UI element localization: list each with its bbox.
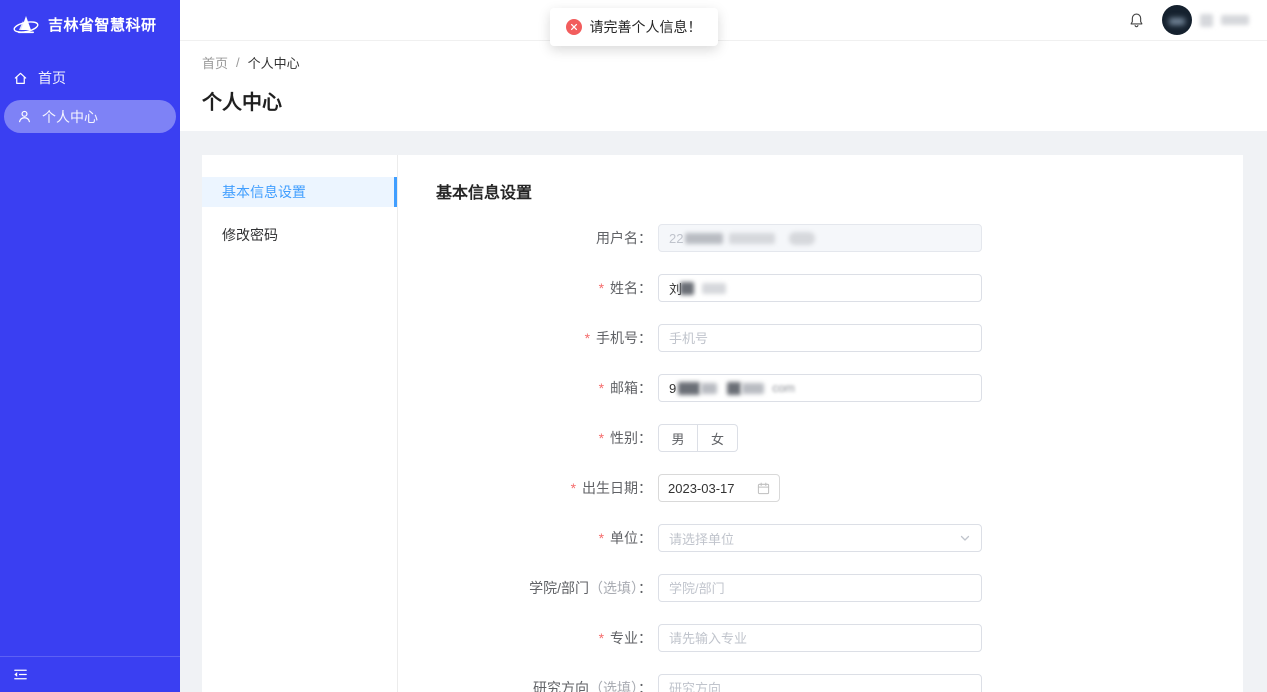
basic-info-form: 基本信息设置 用户名： 22 <box>399 155 1243 692</box>
gender-label: * 性别： <box>436 428 658 448</box>
major-input[interactable] <box>658 624 982 652</box>
user-icon <box>16 109 32 125</box>
home-icon <box>12 70 28 86</box>
breadcrumb-current: 个人中心 <box>248 53 300 72</box>
redacted-text <box>789 232 815 245</box>
birthdate-picker[interactable]: 2023-03-17 <box>658 474 780 502</box>
phone-input[interactable] <box>658 324 982 352</box>
sidebar-footer <box>0 656 180 692</box>
unit-select[interactable]: 请选择单位 <box>658 524 982 552</box>
top-bar <box>180 0 1267 41</box>
birthdate-value: 2023-03-17 <box>668 481 735 496</box>
department-input[interactable] <box>658 574 982 602</box>
tab-change-password[interactable]: 修改密码 <box>202 220 397 250</box>
required-asterisk: * <box>599 280 604 296</box>
sidebar-item-home[interactable]: 首页 <box>0 58 180 98</box>
birthdate-label: * 出生日期： <box>436 478 658 498</box>
required-asterisk: * <box>585 330 590 346</box>
form-row-gender: * 性别： 男 女 <box>436 424 1243 452</box>
email-field[interactable]: 9 com <box>658 374 982 402</box>
collapse-sidebar-icon[interactable] <box>12 666 29 683</box>
department-label: 学院/部门（选填）： <box>436 578 658 598</box>
username-redacted-block <box>1221 15 1249 25</box>
breadcrumb: 首页 / 个人中心 <box>202 53 1267 72</box>
sidebar: 吉林省智慧科研 首页 个人中心 <box>0 0 180 692</box>
username-field: 22 <box>658 224 982 252</box>
avatar-redacted-text <box>1169 18 1185 25</box>
settings-card: 基本信息设置 修改密码 基本信息设置 用户名： 22 <box>202 155 1243 692</box>
research-label: 研究方向（选填）： <box>436 678 658 692</box>
gender-radio-group: 男 女 <box>658 424 738 452</box>
app-title: 吉林省智慧科研 <box>48 14 157 35</box>
form-row-name: * 姓名： 刘 <box>436 274 1243 302</box>
calendar-icon <box>757 482 770 495</box>
phone-label: * 手机号： <box>436 328 658 348</box>
required-asterisk: * <box>599 380 604 396</box>
form-row-research: 研究方向（选填）： <box>436 674 1243 692</box>
app-window: 吉林省智慧科研 首页 个人中心 <box>0 0 1267 692</box>
form-row-major: * 专业： <box>436 624 1243 652</box>
tab-basic-info[interactable]: 基本信息设置 <box>202 177 397 207</box>
app-logo-icon <box>12 10 40 38</box>
sidebar-item-label: 首页 <box>38 68 66 88</box>
page-header: 首页 / 个人中心 个人中心 <box>180 41 1267 131</box>
redacted-text <box>680 282 694 295</box>
gender-option-female[interactable]: 女 <box>698 424 738 452</box>
main-area: 首页 / 个人中心 个人中心 基本信息设置 修改密码 基本信息设置 用户名： <box>180 0 1267 692</box>
redacted-text <box>702 283 726 294</box>
toast-text: 请完善个人信息！ <box>590 17 702 37</box>
sidebar-item-label: 个人中心 <box>42 107 98 127</box>
gender-option-male[interactable]: 男 <box>658 424 698 452</box>
notification-bell-icon[interactable] <box>1128 11 1146 29</box>
form-row-phone: * 手机号： <box>436 324 1243 352</box>
required-asterisk: * <box>571 480 576 496</box>
research-input[interactable] <box>658 674 982 692</box>
redacted-text <box>727 382 741 395</box>
avatar[interactable] <box>1162 5 1192 35</box>
username-redacted-block <box>1200 14 1213 27</box>
sidebar-menu: 首页 个人中心 <box>0 58 180 133</box>
unit-placeholder: 请选择单位 <box>669 529 734 548</box>
content-area: 基本信息设置 修改密码 基本信息设置 用户名： 22 <box>180 131 1267 692</box>
form-row-birthdate: * 出生日期： 2023-03-17 <box>436 474 1243 502</box>
logo: 吉林省智慧科研 <box>0 0 180 48</box>
section-title: 基本信息设置 <box>436 179 1243 203</box>
settings-tabs: 基本信息设置 修改密码 <box>202 155 398 692</box>
user-menu[interactable] <box>1162 5 1249 35</box>
redacted-text <box>729 233 775 244</box>
form-row-email: * 邮箱： 9 com <box>436 374 1243 402</box>
redacted-email-tail: com <box>772 381 795 395</box>
sidebar-item-profile[interactable]: 个人中心 <box>4 100 176 133</box>
required-asterisk: * <box>599 430 604 446</box>
form-row-department: 学院/部门（选填）： <box>436 574 1243 602</box>
form-row-username: 用户名： 22 <box>436 224 1243 252</box>
name-label: * 姓名： <box>436 278 658 298</box>
chevron-down-icon <box>959 532 971 544</box>
form-row-unit: * 单位： 请选择单位 <box>436 524 1243 552</box>
redacted-text <box>685 233 723 244</box>
name-field[interactable]: 刘 <box>658 274 982 302</box>
major-label: * 专业： <box>436 628 658 648</box>
required-asterisk: * <box>599 630 604 646</box>
redacted-text <box>742 383 764 394</box>
breadcrumb-separator: / <box>236 55 240 70</box>
breadcrumb-home-link[interactable]: 首页 <box>202 53 228 72</box>
redacted-text <box>678 382 700 395</box>
page-title: 个人中心 <box>202 86 1267 115</box>
required-asterisk: * <box>599 530 604 546</box>
username-label: 用户名： <box>436 228 658 248</box>
unit-label: * 单位： <box>436 528 658 548</box>
email-label: * 邮箱： <box>436 378 658 398</box>
toast-message: 请完善个人信息！ <box>550 8 718 46</box>
redacted-text <box>701 383 717 394</box>
error-icon <box>566 19 582 35</box>
